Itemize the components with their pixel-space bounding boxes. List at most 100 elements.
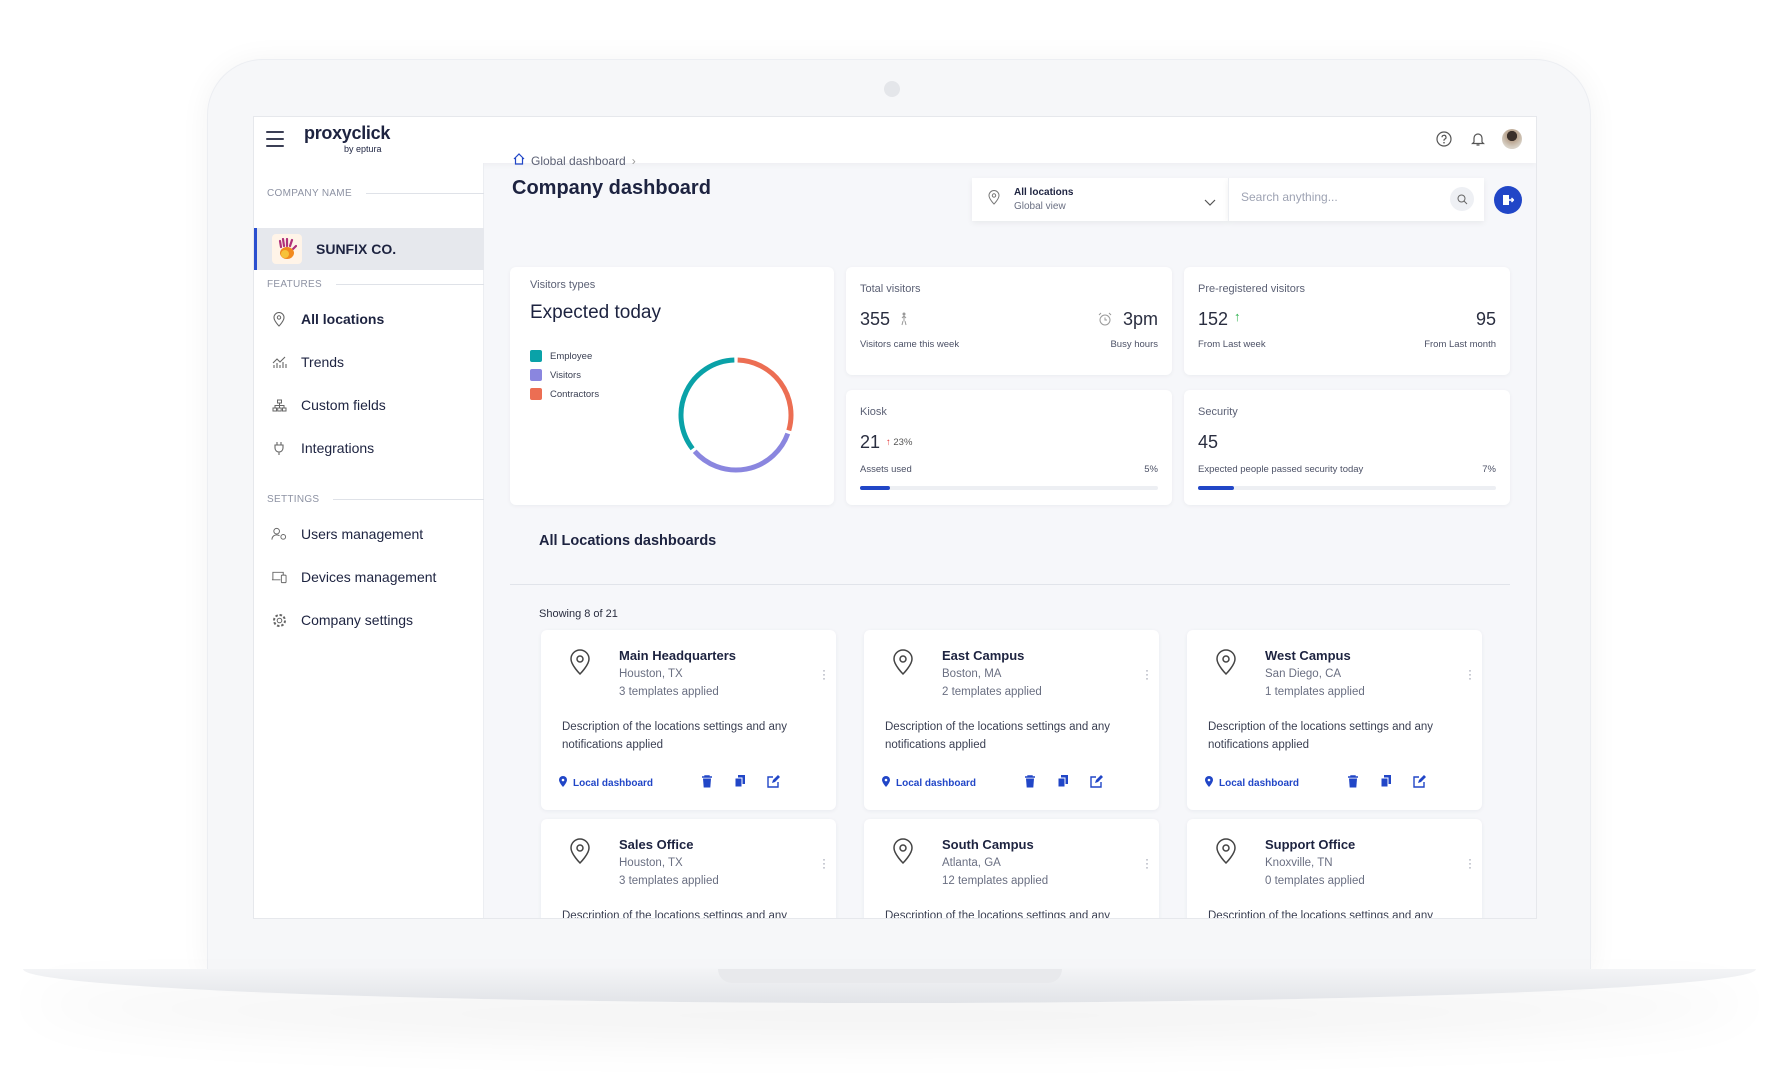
section-title: All Locations dashboards <box>539 533 717 549</box>
gear-icon <box>271 612 287 628</box>
location-pin-icon <box>569 648 591 681</box>
logo[interactable]: proxyclick by eptura <box>304 123 391 154</box>
location-pin-icon <box>892 648 914 681</box>
location-city: San Diego, CA <box>1265 668 1342 680</box>
percent-label: 5% <box>1144 464 1158 475</box>
location-city: Atlanta, GA <box>942 857 1001 869</box>
company-selector[interactable]: SUNFIX CO. <box>254 228 484 270</box>
caption: Visitors came this week <box>860 339 960 350</box>
chevron-right-icon: › <box>631 153 636 168</box>
sidebar-item-company-settings[interactable]: Company settings <box>271 612 413 628</box>
section-features: FEATURES <box>267 279 484 290</box>
more-options-icon[interactable]: · · · <box>1145 853 1151 873</box>
sign-out-button[interactable] <box>1494 186 1522 214</box>
location-card: East Campus Boston, MA 2 templates appli… <box>864 630 1159 810</box>
sidebar-item-integrations[interactable]: Integrations <box>271 440 374 456</box>
local-dashboard-link[interactable]: Local dashboard <box>1205 776 1299 790</box>
arrow-up-icon: ↑ <box>886 437 891 448</box>
breadcrumb-global-dashboard[interactable]: Global dashboard <box>531 154 626 168</box>
more-options-icon[interactable]: · · · <box>1145 664 1151 684</box>
logo-text: proxyclick <box>304 123 391 143</box>
sidebar-item-trends[interactable]: Trends <box>271 354 344 370</box>
walking-person-icon <box>900 312 908 331</box>
location-name[interactable]: West Campus <box>1265 648 1351 663</box>
location-pin-icon <box>1205 776 1213 790</box>
location-selector-subtitle: Global view <box>1014 201 1066 212</box>
edit-icon[interactable] <box>767 775 781 789</box>
chart-icon <box>271 354 287 370</box>
divider <box>510 584 1510 585</box>
security-card: Security 45 Expected people passed secur… <box>1184 390 1510 505</box>
sidebar-item-all-locations[interactable]: All locations <box>271 311 384 327</box>
sidebar-item-label: Company settings <box>301 612 414 628</box>
preregistered-week-value: 152 <box>1198 309 1229 329</box>
sidebar-item-devices-management[interactable]: Devices management <box>271 569 436 585</box>
edit-icon[interactable] <box>1413 775 1427 789</box>
location-card: Sales Office Houston, TX 3 templates app… <box>541 819 836 918</box>
location-name[interactable]: Main Headquarters <box>619 648 736 663</box>
percent-label: 7% <box>1482 464 1496 475</box>
trash-icon[interactable] <box>701 775 715 789</box>
location-pin-icon <box>569 837 591 870</box>
search-input[interactable] <box>1241 190 1431 204</box>
copy-icon[interactable] <box>1380 775 1394 789</box>
page-title: Company dashboard <box>512 177 711 199</box>
trash-icon[interactable] <box>1347 775 1361 789</box>
kiosk-value: 21 <box>860 432 881 452</box>
legend-employee: Employee <box>530 350 599 362</box>
trash-icon[interactable] <box>1024 775 1038 789</box>
bell-icon[interactable] <box>1468 129 1488 149</box>
more-options-icon[interactable]: · · · <box>1468 853 1474 873</box>
location-city: Houston, TX <box>619 668 683 680</box>
visitor-types-card: Visitors types Expected today Employee V… <box>510 267 834 505</box>
location-description: Description of the locations settings an… <box>1208 910 1434 919</box>
logo-subtext: by eptura <box>344 144 382 154</box>
location-pin-icon <box>882 776 890 790</box>
preregistered-visitors-card: Pre-registered visitors 152 ↑ 95 From La… <box>1184 267 1510 375</box>
location-pin-icon <box>1215 837 1237 870</box>
location-name[interactable]: East Campus <box>942 648 1024 663</box>
location-card: Main Headquarters Houston, TX 3 template… <box>541 630 836 810</box>
menu-icon[interactable] <box>266 131 284 147</box>
sidebar-item-users-management[interactable]: Users management <box>271 526 423 542</box>
sidebar-item-label: Integrations <box>301 440 375 456</box>
donut-slice-visitors <box>692 432 791 473</box>
more-options-icon[interactable]: · · · <box>822 853 828 873</box>
location-pin-icon <box>559 776 567 790</box>
location-name[interactable]: Sales Office <box>619 837 693 852</box>
copy-icon[interactable] <box>734 775 748 789</box>
section-company-name: COMPANY NAME <box>267 188 484 199</box>
more-options-icon[interactable]: · · · <box>822 664 828 684</box>
home-icon[interactable] <box>513 153 525 168</box>
card-label: Kiosk <box>860 406 887 418</box>
company-hand-logo <box>272 234 302 264</box>
donut-chart <box>678 357 794 473</box>
preregistered-month-value: 95 <box>1475 309 1496 329</box>
hierarchy-icon <box>271 397 287 413</box>
search-icon[interactable] <box>1450 187 1474 211</box>
location-description: Description of the locations settings an… <box>885 721 1111 751</box>
user-avatar[interactable] <box>1502 129 1522 149</box>
local-dashboard-link[interactable]: Local dashboard <box>882 776 976 790</box>
sidebar-item-custom-fields[interactable]: Custom fields <box>271 397 386 413</box>
search-box <box>1228 178 1484 221</box>
card-title: Expected today <box>530 302 661 323</box>
company-name: SUNFIX CO. <box>316 241 397 257</box>
laptop-notch <box>718 969 1062 983</box>
users-gear-icon <box>271 526 287 542</box>
location-templates: 12 templates applied <box>942 875 1049 887</box>
location-name[interactable]: Support Office <box>1265 837 1355 852</box>
location-city: Knoxville, TN <box>1265 857 1333 869</box>
location-templates: 2 templates applied <box>942 686 1042 698</box>
more-options-icon[interactable]: · · · <box>1468 664 1474 684</box>
help-icon[interactable] <box>1434 129 1454 149</box>
location-selector-title: All locations <box>1014 187 1074 198</box>
location-templates: 3 templates applied <box>619 875 719 887</box>
showing-count: Showing 8 of 21 <box>539 608 618 620</box>
copy-icon[interactable] <box>1057 775 1071 789</box>
location-selector[interactable]: All locations Global view <box>972 178 1228 221</box>
edit-icon[interactable] <box>1090 775 1104 789</box>
location-pin-icon <box>271 311 287 327</box>
location-name[interactable]: South Campus <box>942 837 1034 852</box>
local-dashboard-link[interactable]: Local dashboard <box>559 776 653 790</box>
